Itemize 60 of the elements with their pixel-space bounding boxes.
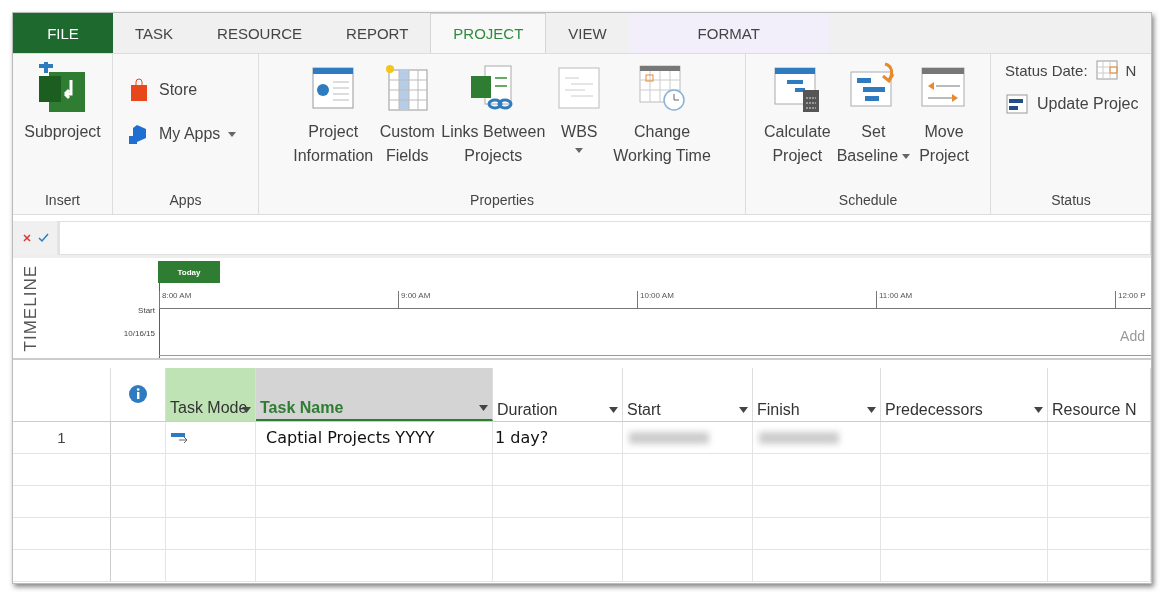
time-tick-label: 9:00 AM <box>398 291 433 308</box>
status-date-value[interactable]: N <box>1125 61 1137 79</box>
ribbon-button[interactable]: Set Baseline <box>833 60 914 170</box>
group-label: Schedule <box>837 192 899 208</box>
task-mode-icon <box>170 431 190 444</box>
time-tick-label: 8:00 AM <box>159 291 194 308</box>
ribbon-button[interactable]: Custom Fields <box>376 60 439 170</box>
start-date: 10/16/15 <box>123 329 155 338</box>
caret-icon[interactable] <box>867 407 876 413</box>
column-header[interactable]: Resource N <box>1048 368 1151 421</box>
info-icon <box>129 384 147 403</box>
caret-icon[interactable] <box>479 405 488 411</box>
caret-icon <box>575 148 584 153</box>
ribbon-tab[interactable]: FILE <box>13 13 113 53</box>
ribbon-button[interactable]: Update Projec <box>1005 92 1139 116</box>
ribbon-button[interactable]: Subproject <box>21 60 104 146</box>
checkmark-icon[interactable] <box>37 233 49 243</box>
ribbon-tab[interactable]: VIEW <box>546 13 629 53</box>
ribbon-tab[interactable]: TASK <box>113 13 196 53</box>
cancel-icon[interactable] <box>21 233 32 243</box>
caret-icon[interactable] <box>739 407 748 413</box>
time-tick-label: 12:00 P <box>1115 291 1148 308</box>
ribbon-button[interactable]: Calculate Project <box>760 60 834 170</box>
ribbon-button[interactable]: Links Between Projects <box>438 60 549 170</box>
status-date-label: Status Date: <box>1005 61 1088 79</box>
ribbon-button[interactable]: Store <box>127 78 198 102</box>
time-tick-label: 11:00 AM <box>876 291 915 308</box>
ribbon-button[interactable]: My Apps <box>127 122 237 146</box>
ribbon-tab[interactable]: FORMAT <box>628 13 829 53</box>
task-name-cell: Captial Projects YYYY <box>256 422 493 453</box>
start-label: Start <box>138 306 155 315</box>
add-hint: Add <box>1120 328 1145 344</box>
calendar-icon[interactable] <box>1095 60 1118 80</box>
group-label: Properties <box>469 192 535 208</box>
column-header[interactable]: Predecessors <box>881 368 1048 421</box>
ribbon-button[interactable]: Change Working Time <box>610 60 714 170</box>
column-header[interactable]: Finish <box>753 368 881 421</box>
today-marker: Today <box>158 261 220 283</box>
caret-icon[interactable] <box>1034 407 1043 413</box>
update-icon <box>1005 92 1029 116</box>
column-header[interactable]: Start <box>623 368 753 421</box>
column-header[interactable]: Task Mode <box>166 368 256 421</box>
caret-icon <box>228 131 237 137</box>
ribbon-tab[interactable]: PROJECT <box>430 13 547 53</box>
timeline-label: TIMELINE <box>21 264 41 352</box>
group-label: Insert <box>44 192 81 208</box>
ribbon-button[interactable]: Move Project <box>913 60 976 170</box>
group-label: Status <box>1050 192 1092 208</box>
ribbon-tab[interactable]: RESOURCE <box>195 13 325 53</box>
time-tick-label: 10:00 AM <box>637 291 676 308</box>
ribbon-button[interactable]: Project Information <box>290 60 377 170</box>
ribbon-tab[interactable]: REPORT <box>324 13 431 53</box>
duration-cell: 1 day? <box>493 422 623 453</box>
caret-icon <box>902 153 911 159</box>
caret-icon[interactable] <box>609 407 618 413</box>
row-number: 1 <box>13 422 111 453</box>
column-header[interactable]: Duration <box>493 368 623 421</box>
group-label: Apps <box>168 192 203 208</box>
entry-field[interactable] <box>59 221 1151 255</box>
ribbon-button[interactable]: WBS <box>548 60 611 155</box>
